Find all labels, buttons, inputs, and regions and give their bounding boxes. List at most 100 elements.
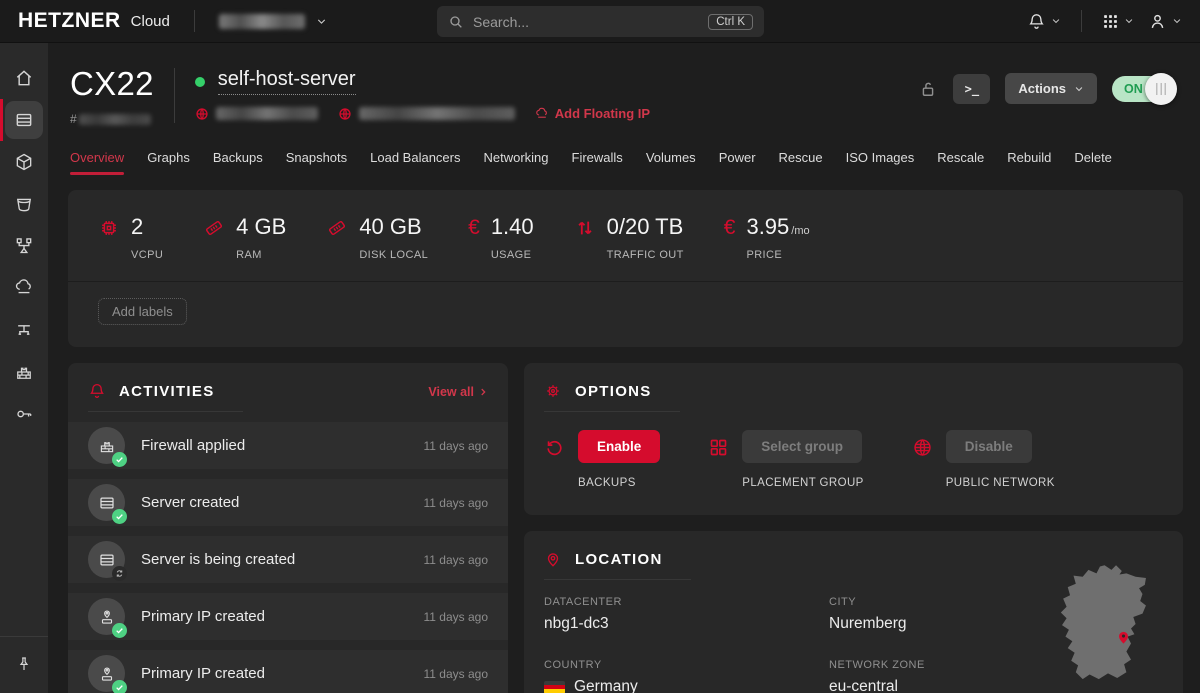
search-icon <box>448 14 464 30</box>
sidebar-nav <box>0 43 48 693</box>
tab-iso-images[interactable]: ISO Images <box>846 150 915 175</box>
activity-row: Firewall applied 11 days ago <box>68 422 508 469</box>
location-pin-icon <box>544 550 562 568</box>
global-search[interactable]: Ctrl K <box>437 6 764 37</box>
sidebar-item-home[interactable] <box>0 57 48 99</box>
firewall-icon <box>88 427 125 464</box>
stat-value: 3.95 /mo <box>746 214 809 240</box>
globe-icon <box>195 107 209 121</box>
activity-text: Primary IP created <box>141 608 408 625</box>
activities-panel: ACTIVITIES View all Firewall <box>68 363 508 693</box>
server-id-redacted <box>79 114 151 125</box>
bell-icon <box>1027 12 1046 31</box>
sidebar-item-floating-ips[interactable] <box>0 267 48 309</box>
activities-header: ACTIVITIES View all <box>68 363 508 412</box>
project-selector[interactable] <box>219 14 327 29</box>
lock-unlocked-icon[interactable] <box>918 79 938 99</box>
sidebar-item-firewalls[interactable] <box>0 351 48 393</box>
euro-icon: € <box>724 216 736 261</box>
sidebar-item-networks[interactable] <box>0 309 48 351</box>
enable-backups-button[interactable]: Enable <box>578 430 660 463</box>
account-menu[interactable] <box>1148 12 1182 31</box>
stat-value: 0/20 TB <box>607 214 684 240</box>
add-labels-button[interactable]: Add labels <box>98 298 187 325</box>
home-icon <box>5 59 43 97</box>
stat-value: 4 GB <box>236 214 286 240</box>
activity-row: Primary IP created 11 days ago <box>68 650 508 693</box>
view-all-link[interactable]: View all <box>428 385 488 399</box>
tab-snapshots[interactable]: Snapshots <box>286 150 347 175</box>
storage-bucket-icon <box>5 185 43 223</box>
tab-load-balancers[interactable]: Load Balancers <box>370 150 460 175</box>
sidebar-item-security[interactable] <box>0 393 48 435</box>
images-cube-icon <box>5 143 43 181</box>
sidebar-footer <box>0 636 48 693</box>
germany-map <box>1047 563 1169 693</box>
ipv6-address <box>338 107 515 121</box>
tab-overview[interactable]: Overview <box>70 150 124 175</box>
select-placement-group-button[interactable]: Select group <box>742 430 862 463</box>
labels-section: Add labels <box>68 282 1183 347</box>
chevron-down-icon <box>1124 16 1134 26</box>
floating-ip-icon <box>535 107 549 121</box>
sidebar-pin-toggle[interactable] <box>0 643 48 685</box>
server-name-editable[interactable]: self-host-server <box>218 68 356 95</box>
actions-label: Actions <box>1018 81 1066 96</box>
location-panel: LOCATION DATACENTER nbg1-dc3 CITY Nuremb… <box>524 531 1183 693</box>
price-suffix: /mo <box>791 225 809 237</box>
check-badge-icon <box>112 623 127 638</box>
tab-backups[interactable]: Backups <box>213 150 263 175</box>
activity-time: 11 days ago <box>424 553 489 567</box>
navbar-divider <box>194 10 195 32</box>
field-country: COUNTRY Germany <box>544 659 829 693</box>
status-dot-running <box>195 77 205 87</box>
server-id-prefix: # <box>70 112 77 126</box>
disable-public-network-button[interactable]: Disable <box>946 430 1032 463</box>
main-content: CX22 # self-host-server <box>48 43 1200 693</box>
product-name: Cloud <box>131 13 170 30</box>
apps-menu[interactable] <box>1102 13 1134 30</box>
tab-rescale[interactable]: Rescale <box>937 150 984 175</box>
option-placement-group: Select group PLACEMENT GROUP <box>708 430 863 489</box>
tab-rebuild[interactable]: Rebuild <box>1007 150 1051 175</box>
tab-networking[interactable]: Networking <box>483 150 548 175</box>
server-type: CX22 <box>70 65 154 103</box>
sidebar-item-servers[interactable] <box>0 99 48 141</box>
tab-firewalls[interactable]: Firewalls <box>572 150 623 175</box>
search-input[interactable] <box>473 14 699 30</box>
console-button[interactable]: >_ <box>953 74 990 104</box>
sidebar-item-images[interactable] <box>0 141 48 183</box>
activity-text: Primary IP created <box>141 665 408 682</box>
option-label: BACKUPS <box>578 477 636 489</box>
power-toggle[interactable]: ON <box>1112 76 1170 102</box>
view-all-label: View all <box>428 385 474 399</box>
power-toggle-knob[interactable] <box>1145 73 1177 105</box>
stat-vcpu: 2 VCPU <box>98 214 163 261</box>
ipv4-address <box>195 107 318 121</box>
tab-power[interactable]: Power <box>719 150 756 175</box>
sidebar-item-storage[interactable] <box>0 183 48 225</box>
overview-content: 2 VCPU 4 GB RAM <box>48 175 1200 693</box>
options-body: Enable BACKUPS Select group PLACEMENT GR… <box>524 412 1183 515</box>
notifications-menu[interactable] <box>1027 12 1061 31</box>
globe-icon <box>338 107 352 121</box>
navbar-right <box>1027 10 1182 32</box>
tab-delete[interactable]: Delete <box>1074 150 1112 175</box>
actions-button[interactable]: Actions <box>1005 73 1097 104</box>
chevron-down-icon <box>1051 16 1061 26</box>
globe-icon <box>912 437 933 489</box>
traffic-arrows-icon <box>574 217 596 261</box>
option-label: PUBLIC NETWORK <box>946 477 1055 489</box>
option-public-network: Disable PUBLIC NETWORK <box>912 430 1055 489</box>
tab-rescue[interactable]: Rescue <box>779 150 823 175</box>
sidebar-item-load-balancers[interactable] <box>0 225 48 267</box>
stat-label: USAGE <box>491 249 534 261</box>
server-stats-card: 2 VCPU 4 GB RAM <box>68 190 1183 347</box>
server-id: # <box>70 112 154 126</box>
project-name-redacted <box>219 14 305 29</box>
tab-volumes[interactable]: Volumes <box>646 150 696 175</box>
check-badge-icon <box>112 509 127 524</box>
field-label: CITY <box>829 596 988 608</box>
tab-graphs[interactable]: Graphs <box>147 150 190 175</box>
add-floating-ip-link[interactable]: Add Floating IP <box>535 106 650 121</box>
